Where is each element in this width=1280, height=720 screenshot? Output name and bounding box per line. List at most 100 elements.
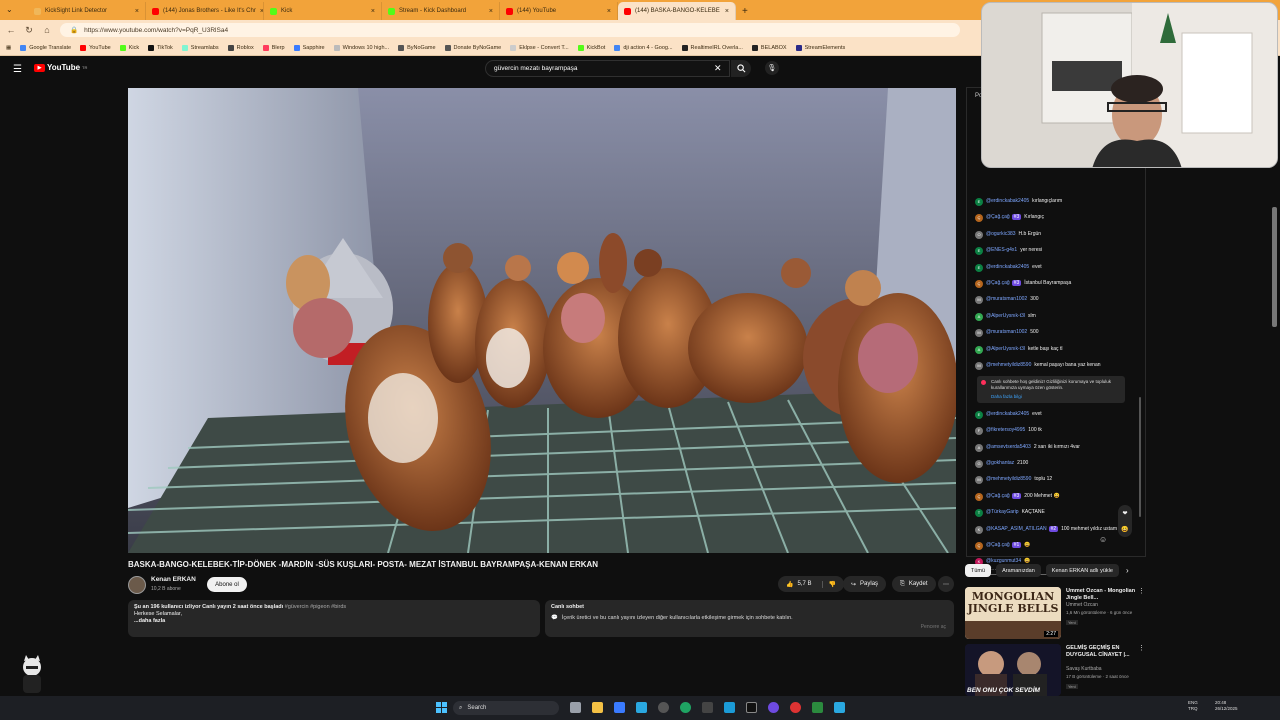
bookmark-item[interactable]: KickBot: [577, 44, 605, 51]
chat-message[interactable]: A @amsevtserda5403 2 sarı iki kırmızı 4var: [975, 443, 1135, 452]
bookmark-item[interactable]: Roblox: [227, 44, 254, 51]
home-icon[interactable]: ⌂: [42, 25, 52, 35]
video-player[interactable]: [128, 88, 956, 553]
chat-author[interactable]: @Çağ.çağ: [986, 542, 1010, 548]
bookmark-item[interactable]: RealtimeIRL Overla...: [681, 44, 743, 51]
chat-author[interactable]: @gokhantaz: [986, 460, 1014, 466]
chat-avatar[interactable]: F: [975, 427, 983, 436]
close-icon[interactable]: ×: [135, 8, 139, 15]
more-options-button[interactable]: ⋯: [938, 576, 954, 592]
close-icon[interactable]: ×: [489, 8, 493, 15]
chat-message[interactable]: A @AlperUysnık-t3l slm: [975, 312, 1135, 321]
bookmark-item[interactable]: Sapphire: [293, 44, 325, 51]
browser-tab[interactable]: Kick ×: [264, 2, 382, 20]
clock[interactable]: 20:48 26/12/2025: [1215, 700, 1238, 711]
chat-avatar[interactable]: Ç: [975, 541, 983, 550]
youtube-logo[interactable]: ▶ YouTube TR: [34, 63, 87, 72]
chat-author[interactable]: @muratsman1002: [986, 329, 1027, 335]
recommendation-item[interactable]: MONGOLIAN JINGLE BELLS 2:27 Ummet Ozcan …: [965, 587, 1145, 639]
bookmark-item[interactable]: Kick: [119, 44, 139, 51]
chat-avatar[interactable]: T: [975, 509, 983, 518]
more-vert-icon[interactable]: ⋮: [1138, 587, 1145, 595]
emoji-icon[interactable]: ☺: [1099, 535, 1107, 544]
share-button[interactable]: ↪ Paylaş: [843, 576, 887, 592]
save-button[interactable]: ⎘ Kaydet: [892, 576, 936, 592]
chat-author[interactable]: @AlperUysnık-t3l: [986, 313, 1025, 319]
chevron-right-icon[interactable]: ›: [1126, 566, 1129, 575]
recommendation-title[interactable]: Ummet Ozcan - Mongolian Jingle Bell...: [1066, 588, 1138, 601]
language-indicator[interactable]: ENG TRQ: [1188, 700, 1198, 711]
chevron-down-icon[interactable]: ⌄: [6, 5, 20, 15]
chat-message[interactable]: T @TürkayGarip KAÇTANE: [975, 509, 1135, 518]
chat-author[interactable]: @erdinckabak2405: [986, 264, 1029, 270]
app-icon[interactable]: [790, 702, 801, 713]
chat-avatar[interactable]: Ç: [975, 279, 983, 288]
chat-avatar[interactable]: Ç: [975, 492, 983, 501]
edge-icon[interactable]: [834, 702, 845, 713]
browser-tab[interactable]: KickSight Link Detector ×: [28, 2, 146, 20]
recommendation-item[interactable]: BEN ONU ÇOK SEVDİM GELMİŞ GEÇMİŞ EN DUYG…: [965, 644, 1145, 696]
chrome-icon[interactable]: [680, 702, 691, 713]
more-vert-icon[interactable]: ⋮: [1138, 644, 1145, 652]
windows-start-icon[interactable]: [436, 702, 447, 713]
page-scrollbar[interactable]: [1272, 207, 1277, 327]
chat-avatar[interactable]: M: [975, 329, 983, 338]
show-more-link[interactable]: ...daha fazla: [134, 618, 534, 625]
clear-search-icon[interactable]: ✕: [714, 63, 722, 74]
filter-chip[interactable]: Kenan ERKAN adlı yükle: [1045, 564, 1119, 577]
recommendation-title[interactable]: GELMİŞ GEÇMİŞ EN DUYGUSAL CİNAYET |...: [1066, 645, 1138, 658]
reload-icon[interactable]: ↻: [24, 25, 34, 36]
chat-message[interactable]: Ç @Çağ.çağ #3 200 Mehmet 😀: [975, 492, 1135, 501]
bookmark-item[interactable]: dji action 4 - Goog...: [614, 44, 673, 51]
bookmark-item[interactable]: Windows 10 high...: [333, 44, 389, 51]
chat-message[interactable]: E @ENES-g4x1 yer neresi: [975, 247, 1135, 256]
file-explorer-icon[interactable]: [592, 702, 603, 713]
chat-message[interactable]: K @KASAP_ASIM_ATILGAN #2 100 mehmet yıldız …: [975, 525, 1135, 534]
chat-author[interactable]: @Çağ.çağ: [986, 280, 1010, 286]
chat-message[interactable]: M @muratsman1002 300: [975, 296, 1135, 305]
chat-avatar[interactable]: M: [975, 476, 983, 485]
recommendation-channel[interactable]: Ummet Ozcan: [1066, 602, 1098, 608]
browser-tab[interactable]: (144) YouTube ×: [500, 2, 618, 20]
bookmark-item[interactable]: BELABOX: [751, 44, 787, 51]
video-description[interactable]: Şu an 196 kullanıcı izliyor Canlı yayın …: [128, 600, 540, 637]
chat-author[interactable]: @erdinckabak2405: [986, 411, 1029, 417]
bookmark-item[interactable]: Eklpse - Convert T...: [510, 44, 569, 51]
learn-more-link[interactable]: Daha fazla bilgi: [991, 394, 1122, 400]
close-icon[interactable]: ×: [371, 8, 375, 15]
chat-avatar[interactable]: E: [975, 410, 983, 419]
apps-grid-icon[interactable]: ▦: [6, 45, 11, 51]
excel-icon[interactable]: [812, 702, 823, 713]
channel-name[interactable]: Kenan ERKAN: [151, 576, 196, 583]
chat-message[interactable]: M @mehmetyildiz8590 kemal paşayı bana yaz …: [975, 361, 1135, 370]
reaction-button[interactable]: ❤ 😀: [1118, 505, 1132, 537]
terminal-icon[interactable]: [702, 702, 713, 713]
chat-avatar[interactable]: O: [975, 230, 983, 239]
chat-message[interactable]: A @AlperUysnık-t3l ketle başı kaç tl: [975, 345, 1135, 354]
chat-author[interactable]: @fikretersoy4995: [986, 427, 1025, 433]
browser-tab[interactable]: Stream - Kick Dashboard ×: [382, 2, 500, 20]
chat-author[interactable]: @TürkayGarip: [986, 509, 1019, 515]
bookmark-item[interactable]: TikTok: [148, 44, 173, 51]
recommendation-channel[interactable]: Savaş Kurtbaba: [1066, 666, 1102, 672]
bookmark-item[interactable]: YouTube: [80, 44, 111, 51]
chat-author[interactable]: @KASAP_ASIM_ATILGAN: [986, 526, 1047, 532]
chat-message[interactable]: E @erdinckabak2405 kırlangıçlarım: [975, 198, 1135, 206]
subscribe-button[interactable]: Abone ol: [207, 577, 247, 592]
chat-avatar[interactable]: E: [975, 198, 983, 206]
filter-chip[interactable]: Tümü: [965, 564, 992, 577]
thumbs-down-icon[interactable]: 👎: [821, 580, 836, 588]
epic-icon[interactable]: [746, 702, 757, 713]
bookmark-item[interactable]: ByNoGame: [398, 44, 436, 51]
taskbar-search[interactable]: ⌕ Search: [453, 701, 559, 715]
avatar[interactable]: [128, 576, 146, 594]
discord-icon[interactable]: [768, 702, 779, 713]
chat-author[interactable]: @AlperUysnık-t3l: [986, 346, 1025, 352]
chat-scrollbar[interactable]: [1139, 397, 1141, 517]
filter-chip[interactable]: Aramanızdan: [996, 564, 1041, 577]
description-tags[interactable]: #güvercin #pigeon #birds: [285, 604, 346, 610]
store-icon[interactable]: [614, 702, 625, 713]
chat-author[interactable]: @Çağ.çağ: [986, 493, 1010, 499]
chat-avatar[interactable]: M: [975, 296, 983, 305]
chat-avatar[interactable]: A: [975, 345, 983, 354]
